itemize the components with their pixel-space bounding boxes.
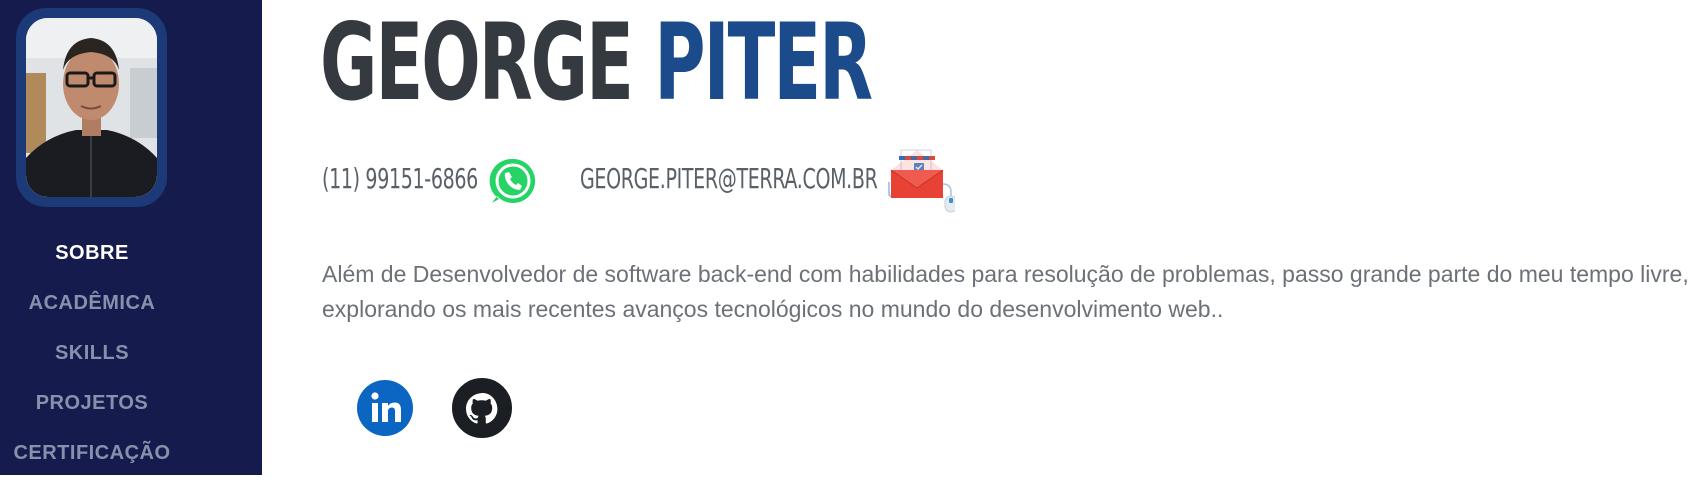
sidebar: SOBRE ACADÊMICA SKILLS PROJETOS CERTIFIC… [0,0,262,475]
main-content: GEORGE PITER (11) 99151-6866 GEORGE.PITE… [262,0,1689,475]
page-title: GEORGE PITER [320,10,873,116]
avatar [26,18,157,197]
about-text: Além de Desenvolvedor de software back-e… [322,261,1689,322]
phone-number: (11) 99151-6866 [322,162,478,195]
github-icon[interactable] [452,378,512,438]
email-envelope-icon[interactable] [887,148,955,214]
sidebar-item-skills[interactable]: SKILLS [0,336,184,386]
sidebar-item-certificacao[interactable]: CERTIFICAÇÃO [0,436,184,486]
sidebar-item-sobre[interactable]: SOBRE [0,236,184,286]
sidebar-item-academica[interactable]: ACADÊMICA [0,286,184,336]
sidebar-item-projetos[interactable]: PROJETOS [0,386,184,436]
first-name: GEORGE [320,1,634,124]
linkedin-icon[interactable] [355,378,415,438]
whatsapp-icon[interactable] [488,156,538,206]
profile-photo [26,18,157,197]
avatar-frame [16,8,167,207]
email-address: GEORGE.PITER@TERRA.COM.BR [580,162,878,195]
last-name: PITER [654,1,873,124]
sidebar-nav: SOBRE ACADÊMICA SKILLS PROJETOS CERTIFIC… [0,236,184,486]
